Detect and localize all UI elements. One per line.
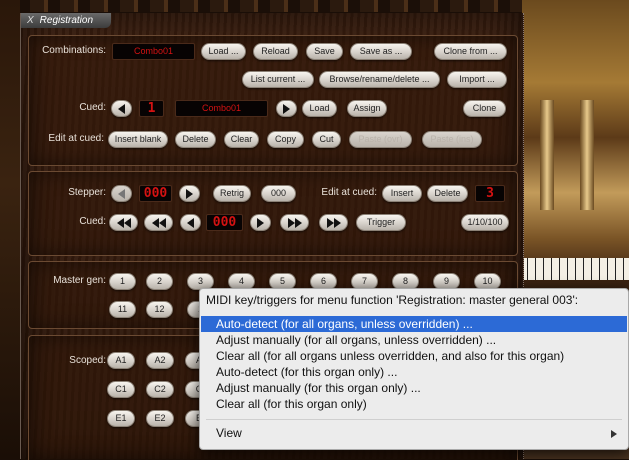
stepper-delete-button[interactable]: Delete xyxy=(427,185,468,202)
stepper-prev-button[interactable] xyxy=(111,185,132,202)
cued-back-1-button[interactable] xyxy=(180,214,201,231)
menu-item-adjust-manually-all[interactable]: Adjust manually (for all organs, unless … xyxy=(201,332,627,348)
window-title: Registration xyxy=(39,15,94,26)
stepper-zero-button[interactable]: 000 xyxy=(261,185,296,202)
background-left xyxy=(0,0,20,459)
cued-number-display: 1 xyxy=(139,100,164,117)
cued-back-100-button[interactable] xyxy=(109,214,138,231)
arrow-right-icon xyxy=(326,217,334,228)
cued-name-display: Combo01 xyxy=(175,100,268,117)
submenu-arrow-icon xyxy=(611,430,617,438)
scoped-button[interactable]: C2 xyxy=(146,381,174,398)
step-size-button[interactable]: 1/10/100 xyxy=(461,214,509,231)
arrow-right-icon xyxy=(257,217,264,228)
cued-forward-1-button[interactable] xyxy=(250,214,271,231)
scoped-button[interactable]: A1 xyxy=(107,352,135,369)
stepper-next-button[interactable] xyxy=(179,185,200,202)
cued-forward-100-button[interactable] xyxy=(319,214,348,231)
edit-at-cued-label: Edit at cued: xyxy=(48,133,104,144)
scoped-button[interactable]: C1 xyxy=(107,381,135,398)
cued-load-button[interactable]: Load xyxy=(302,100,337,117)
master-general-button[interactable]: 12 xyxy=(146,301,173,318)
clone-button[interactable]: Clone xyxy=(463,100,506,117)
reload-button[interactable]: Reload xyxy=(253,43,298,60)
arrow-left-icon xyxy=(116,217,124,228)
menu-item-view-label: View xyxy=(216,426,242,440)
stepper-display: 000 xyxy=(139,185,172,202)
cued-row-label: Cued: xyxy=(79,216,106,227)
cued-next-button[interactable] xyxy=(276,100,297,117)
arrow-right-icon xyxy=(287,217,295,228)
insert-blank-button[interactable]: Insert blank xyxy=(108,131,168,148)
combinations-panel: Combinations: Combo01 Load ... Reload Sa… xyxy=(28,35,518,166)
save-as-button[interactable]: Save as ... xyxy=(350,43,412,60)
arrow-left-icon xyxy=(151,217,159,228)
arrow-left-icon xyxy=(187,217,194,228)
delete-button[interactable]: Delete xyxy=(175,131,216,148)
organ-keyboard xyxy=(520,258,629,280)
list-current-button[interactable]: List current ... xyxy=(242,71,314,88)
cued-forward-10-button[interactable] xyxy=(280,214,309,231)
cued-label: Cued: xyxy=(79,102,106,113)
arrow-right-icon xyxy=(186,188,193,199)
paste-insert-button[interactable]: Paste (ins) xyxy=(422,131,482,148)
scoped-label: Scoped: xyxy=(69,355,106,366)
import-button[interactable]: Import ... xyxy=(447,71,507,88)
clone-from-button[interactable]: Clone from ... xyxy=(434,43,507,60)
arrow-right-icon xyxy=(283,103,290,114)
close-icon[interactable]: X xyxy=(27,15,34,26)
clear-button[interactable]: Clear xyxy=(224,131,259,148)
stepper-insert-button[interactable]: Insert xyxy=(382,185,422,202)
paste-overwrite-button[interactable]: Paste (ovr) xyxy=(349,131,412,148)
arrow-left-icon xyxy=(158,217,166,228)
menu-item-adjust-manually-this-organ[interactable]: Adjust manually (for this organ only) ..… xyxy=(201,380,627,396)
combination-name-display: Combo01 xyxy=(112,43,195,60)
arrow-right-icon xyxy=(333,217,341,228)
trigger-button[interactable]: Trigger xyxy=(356,214,406,231)
menu-item-clear-all-this-organ[interactable]: Clear all (for this organ only) xyxy=(201,396,627,412)
arrow-left-icon xyxy=(118,103,125,114)
scoped-button[interactable]: E2 xyxy=(146,410,174,427)
scoped-button[interactable]: A2 xyxy=(146,352,174,369)
master-general-button[interactable]: 2 xyxy=(146,273,173,290)
menu-item-auto-detect-all[interactable]: Auto-detect (for all organs, unless over… xyxy=(201,316,627,332)
cued-back-10-button[interactable] xyxy=(144,214,173,231)
cued-value-display: 000 xyxy=(206,214,243,231)
organ-pipe xyxy=(540,100,554,210)
combinations-label: Combinations: xyxy=(42,45,106,56)
assign-button[interactable]: Assign xyxy=(347,100,387,117)
context-menu-header: MIDI key/triggers for menu function 'Reg… xyxy=(206,293,579,307)
arrow-left-icon xyxy=(118,188,125,199)
arrow-right-icon xyxy=(294,217,302,228)
load-combination-button[interactable]: Load ... xyxy=(201,43,246,60)
menu-item-view[interactable]: View xyxy=(201,425,627,441)
menu-item-auto-detect-this-organ[interactable]: Auto-detect (for this organ only) ... xyxy=(201,364,627,380)
master-gen-label: Master gen: xyxy=(53,275,106,286)
master-general-button[interactable]: 11 xyxy=(109,301,136,318)
browse-rename-delete-button[interactable]: Browse/rename/delete ... xyxy=(319,71,440,88)
cut-button[interactable]: Cut xyxy=(312,131,341,148)
window-titlebar[interactable]: X Registration xyxy=(21,13,111,28)
stepper-edit-label: Edit at cued: xyxy=(321,187,377,198)
copy-button[interactable]: Copy xyxy=(267,131,304,148)
midi-trigger-context-menu: MIDI key/triggers for menu function 'Reg… xyxy=(199,288,629,450)
menu-item-clear-all-both[interactable]: Clear all (for all organs unless overrid… xyxy=(201,348,627,364)
cued-prev-button[interactable] xyxy=(111,100,132,117)
scoped-button[interactable]: E1 xyxy=(107,410,135,427)
stepper-panel: Stepper: 000 Retrig 000 Edit at cued: In… xyxy=(28,171,518,256)
retrig-button[interactable]: Retrig xyxy=(213,185,251,202)
organ-pipe xyxy=(580,100,594,210)
stepper-cued-display: 3 xyxy=(475,185,505,202)
master-general-button[interactable]: 1 xyxy=(109,273,136,290)
menu-separator xyxy=(206,419,622,420)
save-button[interactable]: Save xyxy=(306,43,343,60)
arrow-left-icon xyxy=(123,217,131,228)
stepper-label: Stepper: xyxy=(68,187,106,198)
